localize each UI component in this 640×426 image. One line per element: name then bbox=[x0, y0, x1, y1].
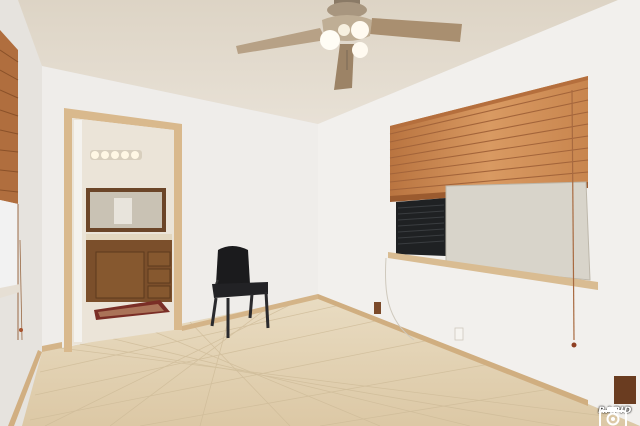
vanity-cabinet bbox=[86, 234, 172, 302]
camera-icon bbox=[599, 407, 628, 426]
wall-outlet bbox=[374, 302, 381, 314]
bathroom-doorway bbox=[64, 108, 182, 352]
room-photo: RAPID bbox=[0, 0, 640, 426]
vanity-light bbox=[90, 150, 142, 160]
window-ac-unit bbox=[396, 198, 446, 256]
room-illustration bbox=[0, 0, 640, 426]
fan-light bbox=[320, 30, 340, 50]
mirror bbox=[86, 188, 166, 232]
watermark: RAPID bbox=[598, 406, 632, 426]
